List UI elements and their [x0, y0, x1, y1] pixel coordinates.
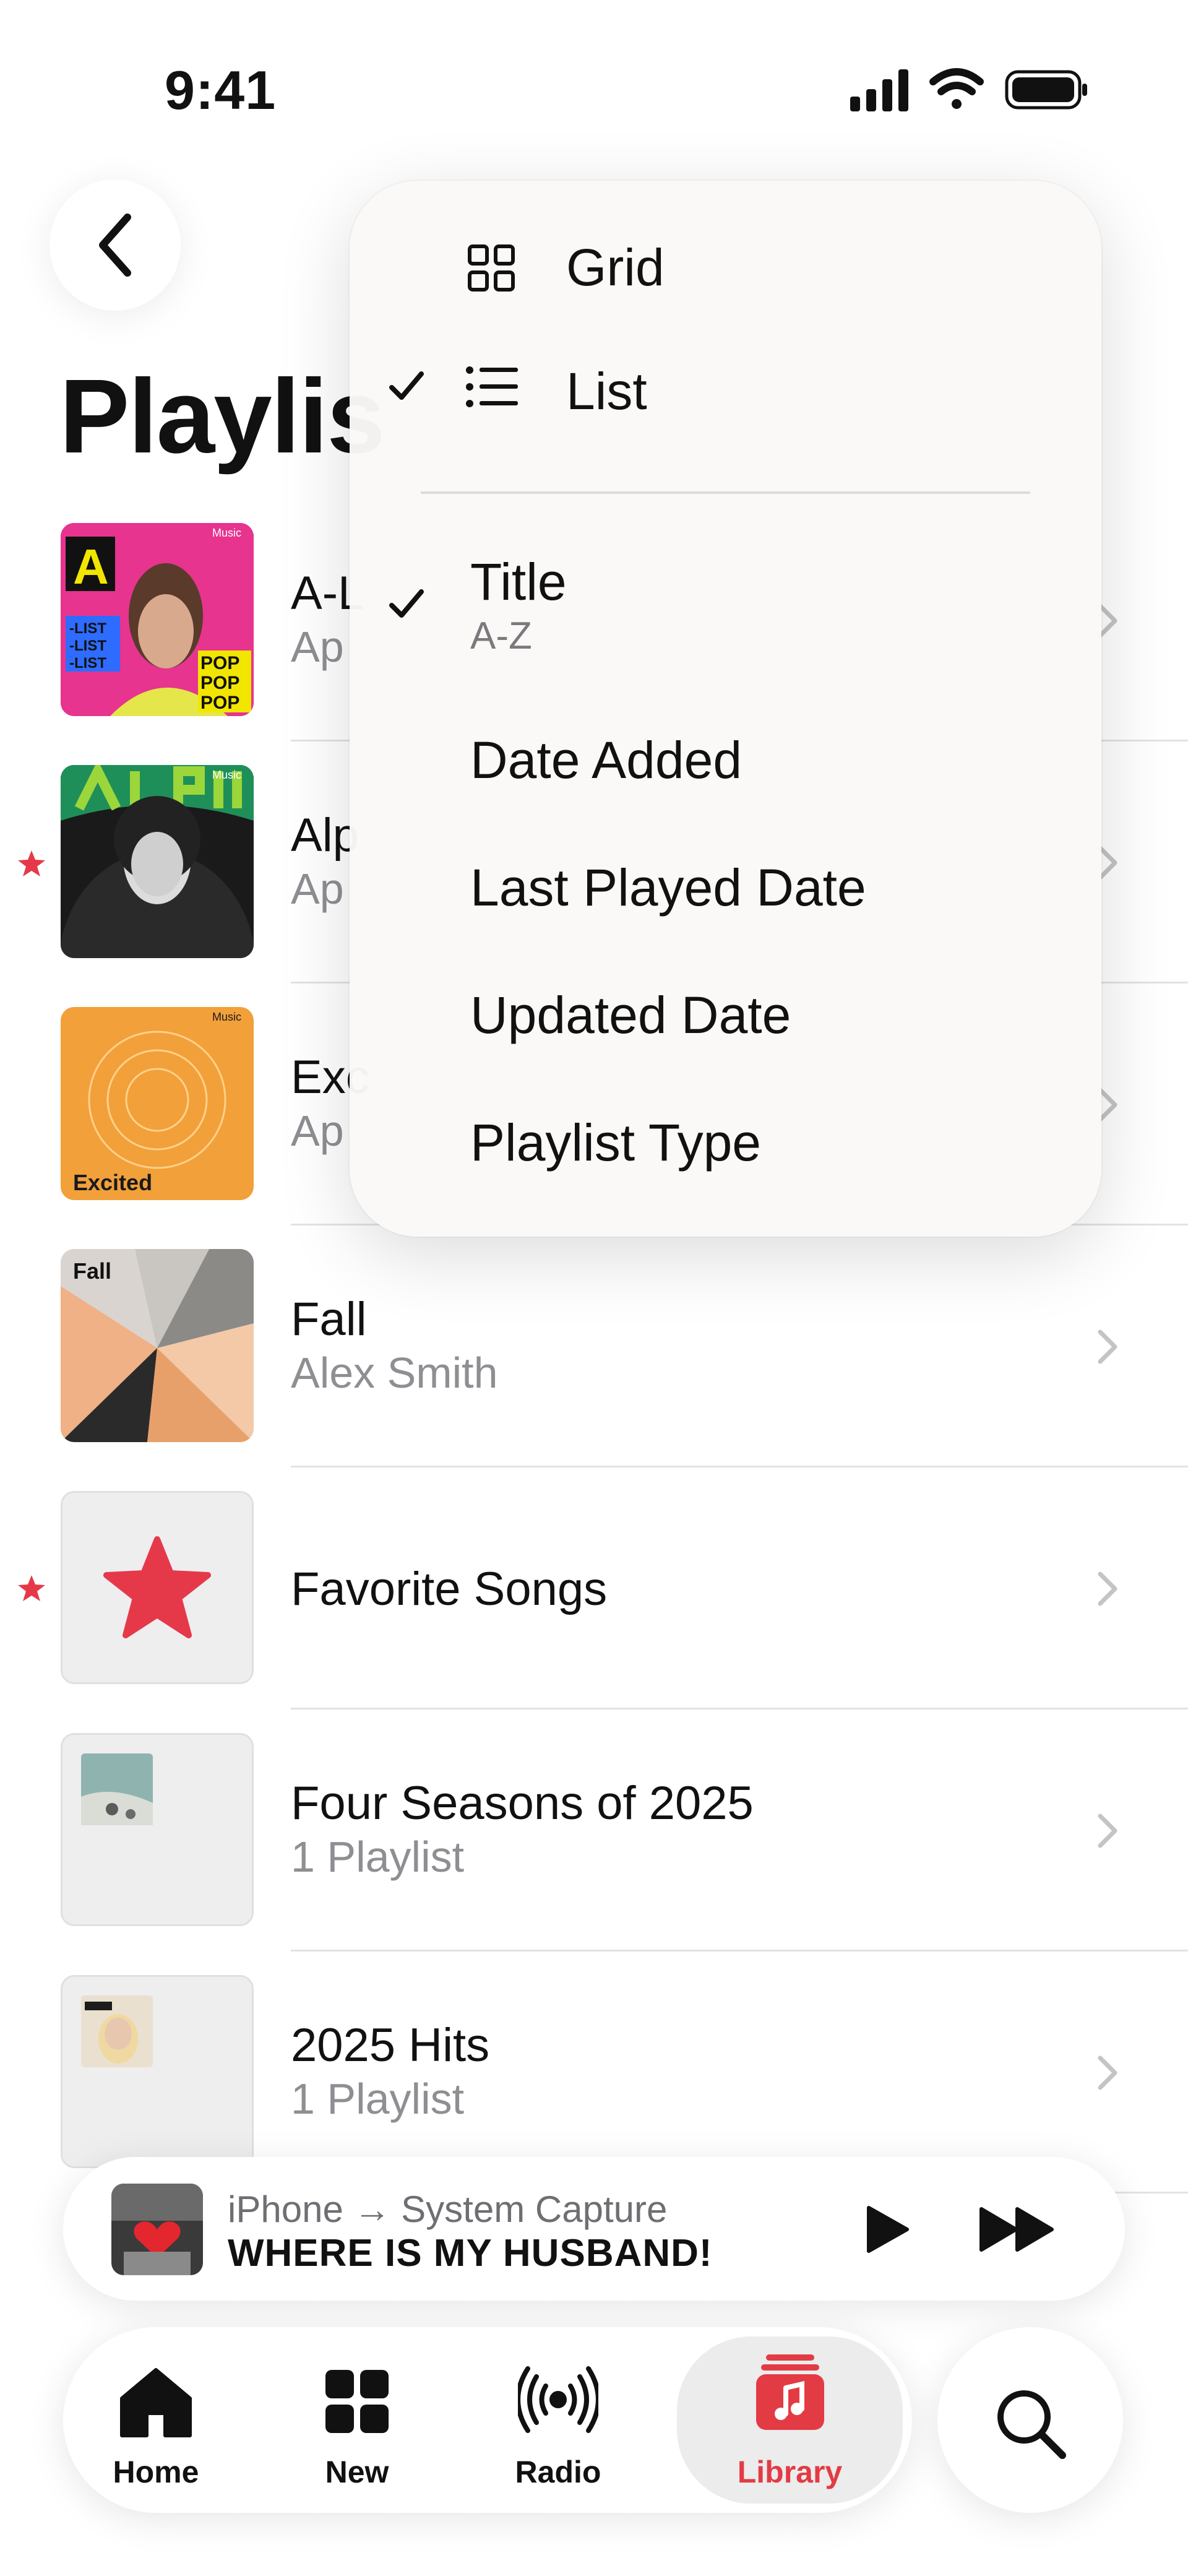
- favorite-star-icon: [18, 850, 45, 876]
- menu-item-label: Updated Date: [470, 986, 791, 1044]
- row-separator: [291, 1466, 1188, 1467]
- playlist-title: Four Seasons of 2025: [291, 1777, 754, 1830]
- playlist-row-fall[interactable]: Fall Fall Alex Smith: [0, 1249, 1188, 1490]
- menu-divider: [421, 491, 1030, 494]
- playlist-row-four-seasons[interactable]: Four Seasons of 2025 1 Playlist: [0, 1733, 1188, 1974]
- menu-item-label: Last Played Date: [470, 858, 866, 917]
- chevron-right-icon: [1098, 2055, 1117, 2090]
- tab-home[interactable]: Home: [63, 2327, 249, 2513]
- status-icons: [850, 68, 1087, 111]
- playlist-subtitle: 1 Playlist: [291, 1833, 465, 1881]
- fast-forward-icon[interactable]: [979, 2206, 1057, 2252]
- art-text: -LIST: [69, 638, 106, 654]
- menu-item-label: List: [566, 362, 647, 420]
- wifi-icon: [929, 68, 984, 109]
- checkmark-icon: [389, 371, 424, 400]
- art-text: -LIST: [69, 620, 106, 637]
- battery-icon: [1005, 70, 1087, 110]
- art-badge: Music: [212, 1011, 241, 1023]
- checkmark-icon: [389, 589, 424, 618]
- menu-item-sort-playlist-type[interactable]: Playlist Type: [350, 1113, 1101, 1218]
- status-time: 9:41: [165, 59, 277, 121]
- new-grid-icon: [325, 2370, 389, 2433]
- tab-label: Library: [737, 2455, 843, 2489]
- grid-icon: [468, 244, 515, 292]
- art-text: POP: [200, 693, 239, 713]
- menu-item-label: Playlist Type: [470, 1113, 761, 1172]
- art-text: POP: [200, 653, 239, 673]
- star-icon: [103, 1536, 211, 1638]
- playlist-artwork: [61, 1491, 254, 1684]
- tab-new[interactable]: New: [264, 2327, 450, 2513]
- playlist-subtitle: Alex Smith: [291, 1349, 498, 1397]
- playlist-title: Fall: [291, 1293, 367, 1346]
- chevron-right-icon: [1098, 1571, 1117, 1606]
- tab-label: New: [325, 2455, 389, 2489]
- art-text: POP: [200, 673, 239, 693]
- playlist-subtitle: Ap: [291, 865, 344, 913]
- playlist-artwork: A -LIST -LIST -LIST POP POP POP Music: [61, 523, 254, 716]
- play-icon[interactable]: [863, 2204, 912, 2255]
- chevron-right-icon: [1098, 1329, 1117, 1364]
- row-separator: [291, 1708, 1188, 1709]
- playlist-title: 2025 Hits: [291, 2019, 490, 2072]
- playlist-row-favorite-songs[interactable]: Favorite Songs: [0, 1491, 1188, 1732]
- menu-item-sort-last-played[interactable]: Last Played Date: [350, 858, 1101, 963]
- menu-item-grid[interactable]: Grid: [350, 218, 1101, 317]
- menu-item-list[interactable]: List: [350, 345, 1101, 444]
- menu-item-sublabel: A-Z: [470, 615, 532, 657]
- chevron-left-icon: [99, 214, 131, 277]
- playlist-subtitle: Ap: [291, 623, 344, 671]
- home-icon: [120, 2368, 192, 2437]
- now-playing-title: WHERE IS MY HUSBAND!: [228, 2232, 713, 2275]
- playlist-folder-artwork: [61, 1975, 254, 2168]
- art-label: Excited: [73, 1170, 152, 1195]
- playlist-subtitle: 1 Playlist: [291, 2075, 465, 2123]
- menu-item-sort-title[interactable]: Title A-Z: [350, 546, 1101, 676]
- tab-library[interactable]: Library: [677, 2336, 903, 2504]
- svg-text:A: A: [73, 539, 109, 594]
- page-title: Playlis: [59, 358, 385, 475]
- favorite-star-icon: [18, 1575, 45, 1601]
- library-icon: [756, 2354, 824, 2430]
- search-icon: [997, 2390, 1066, 2459]
- view-sort-menu: Grid List Title A-Z Date Added Last Play…: [350, 181, 1101, 1237]
- radio-icon: [518, 2366, 598, 2433]
- menu-item-sort-date-added[interactable]: Date Added: [350, 730, 1101, 836]
- playlist-subtitle: Ap: [291, 1107, 344, 1155]
- row-separator: [291, 1950, 1188, 1951]
- art-label: Fall: [73, 1258, 111, 1284]
- search-button[interactable]: [937, 2327, 1123, 2513]
- mini-player[interactable]: iPhone → System Capture WHERE IS MY HUSB…: [63, 2157, 1125, 2301]
- playback-source: iPhone → System Capture: [228, 2189, 668, 2230]
- playlist-title: Favorite Songs: [291, 1563, 608, 1615]
- now-playing-artwork: [111, 2184, 203, 2275]
- tab-radio[interactable]: Radio: [465, 2327, 651, 2513]
- chevron-right-icon: [1098, 1813, 1117, 1848]
- list-icon: [466, 366, 518, 407]
- cellular-signal-icon: [850, 69, 908, 111]
- menu-item-sort-updated[interactable]: Updated Date: [350, 985, 1101, 1091]
- tab-label: Home: [113, 2455, 199, 2489]
- art-badge: Music: [212, 769, 241, 781]
- tab-bar: Home New Radio Library: [63, 2327, 912, 2513]
- tab-label: Radio: [515, 2455, 601, 2489]
- playlist-title: Alp: [291, 809, 359, 862]
- playlist-artwork: Fall: [61, 1249, 254, 1442]
- menu-item-label: Grid: [566, 238, 665, 296]
- menu-item-label: Date Added: [470, 731, 742, 789]
- playlist-folder-artwork: [61, 1733, 254, 1926]
- menu-item-label: Title: [470, 553, 567, 611]
- art-badge: Music: [212, 527, 241, 539]
- playlist-artwork: Excited Music: [61, 1007, 254, 1200]
- back-button[interactable]: [50, 179, 181, 311]
- art-text: -LIST: [69, 655, 106, 672]
- playlist-artwork: Music: [61, 765, 254, 958]
